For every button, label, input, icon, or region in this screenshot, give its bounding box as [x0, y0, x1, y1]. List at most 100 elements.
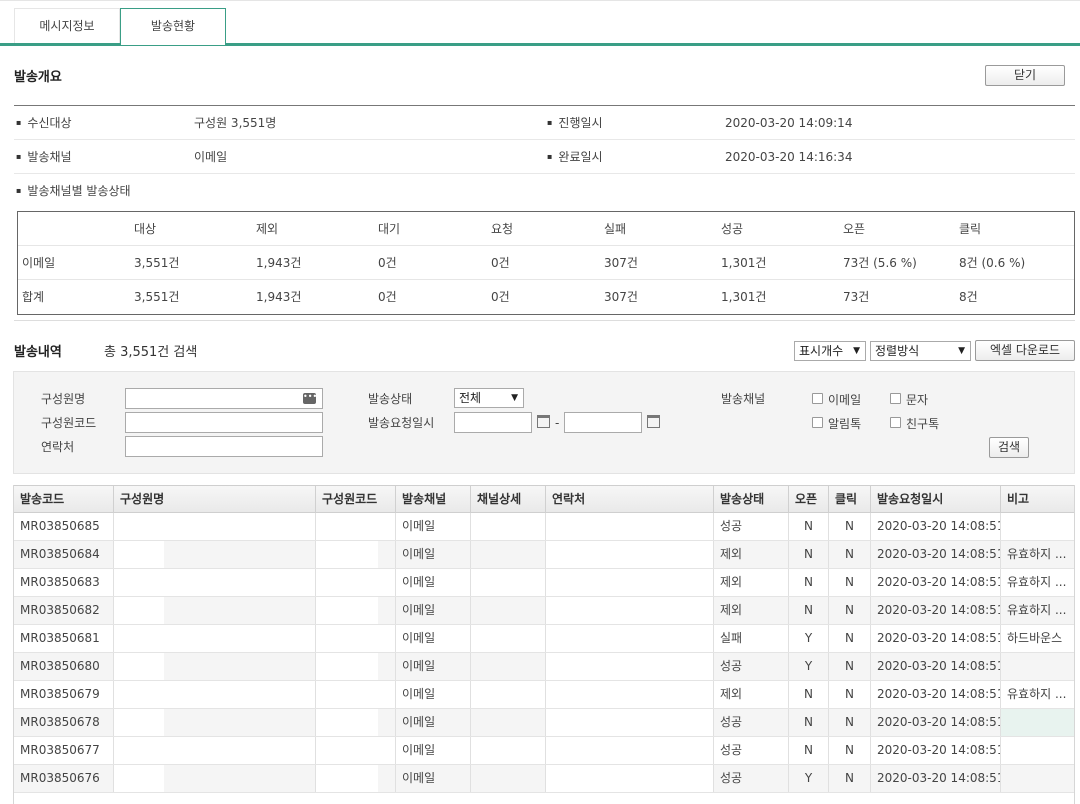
col-click[interactable]: 클릭	[829, 486, 871, 513]
table-cell	[546, 765, 714, 792]
section-divider	[14, 320, 1075, 321]
table-cell: MR03850678	[14, 709, 114, 736]
table-cell: Y	[789, 765, 829, 792]
masked-value	[546, 513, 713, 540]
masked-value	[546, 569, 713, 596]
stat-header-row: 대상 제외 대기 요청 실패 성공 오픈 클릭	[18, 212, 1074, 246]
status-select-value: 전체	[459, 391, 482, 405]
status-select[interactable]: 전체 ▼	[454, 388, 524, 408]
sort-method-value: 정렬방식	[875, 344, 920, 358]
col-open[interactable]: 오픈	[789, 486, 829, 513]
masked-value	[546, 653, 713, 680]
table-cell	[546, 569, 714, 596]
excel-download-button[interactable]: 엑셀 다운로드	[975, 340, 1075, 361]
table-cell	[114, 653, 316, 680]
col-remark[interactable]: 비고	[1001, 486, 1074, 513]
col-send-status[interactable]: 발송상태	[714, 486, 789, 513]
table-cell: 제외	[714, 681, 789, 708]
table-row[interactable]: MR03850678 이메일 성공 N N 2020-03-20 14:08:51	[14, 709, 1074, 737]
friendtalk-checkbox[interactable]	[890, 417, 901, 428]
table-row[interactable]: MR03850684 이메일 제외 N N 2020-03-20 14:08:51 유효하지…	[14, 541, 1074, 569]
member-code-input[interactable]	[125, 412, 323, 433]
col-channel-detail[interactable]: 채널상세	[471, 486, 546, 513]
table-cell: N	[789, 709, 829, 736]
close-button[interactable]: 닫기	[985, 65, 1065, 86]
table-cell: N	[789, 541, 829, 568]
sms-checkbox[interactable]	[890, 393, 901, 404]
table-cell: 이메일	[396, 513, 471, 540]
col-contact[interactable]: 연락처	[546, 486, 714, 513]
dropdown-arrow-icon: ▼	[958, 346, 965, 356]
tab-send-status[interactable]: 발송현황	[120, 8, 226, 45]
tab-message-info[interactable]: 메시지정보	[14, 8, 120, 44]
table-cell	[471, 709, 546, 736]
table-row[interactable]: MR03850680 이메일 성공 Y N 2020-03-20 14:08:51	[14, 653, 1074, 681]
table-cell: 이메일	[396, 709, 471, 736]
table-cell: Y	[789, 625, 829, 652]
table-row[interactable]: MR03850682 이메일 제외 N N 2020-03-20 14:08:51 유효하지…	[14, 597, 1074, 625]
complete-label: 완료일시	[547, 140, 602, 176]
table-cell	[1001, 653, 1074, 680]
contact-input[interactable]	[125, 436, 323, 457]
stat-cell: 307건	[604, 290, 638, 304]
table-cell	[114, 681, 316, 708]
table-cell	[114, 737, 316, 764]
more-icon[interactable]: •••	[303, 393, 317, 404]
contact-label: 연락처	[41, 440, 75, 454]
masked-value	[114, 625, 164, 652]
table-cell: 이메일	[396, 625, 471, 652]
calendar-icon[interactable]	[537, 415, 550, 428]
masked-value	[114, 709, 164, 736]
member-name-input[interactable]: •••	[125, 388, 323, 409]
stat-header: 대상	[134, 222, 157, 236]
table-cell: N	[829, 513, 871, 540]
alimtalk-checkbox[interactable]	[812, 417, 823, 428]
col-channel[interactable]: 발송채널	[396, 486, 471, 513]
status-by-channel-label: 발송채널별 발송상태	[16, 174, 130, 210]
stat-cell: 0건	[491, 256, 510, 270]
table-cell: MR03850683	[14, 569, 114, 596]
col-member-name[interactable]: 구성원명	[114, 486, 316, 513]
complete-value: 2020-03-20 14:16:34	[725, 150, 853, 164]
date-from-input[interactable]	[454, 412, 532, 433]
masked-value	[546, 541, 713, 568]
stat-cell: 1,301건	[721, 290, 767, 304]
table-cell: 이메일	[396, 681, 471, 708]
summary-row-3: 발송채널별 발송상태	[14, 174, 1075, 208]
table-cell: N	[829, 709, 871, 736]
stat-cell: 8건	[959, 290, 978, 304]
stat-cell: 1,943건	[256, 290, 302, 304]
sort-method-select[interactable]: 정렬방식 ▼	[870, 341, 971, 361]
table-cell	[1001, 737, 1074, 764]
table-cell: MR03850679	[14, 681, 114, 708]
date-to-input[interactable]	[564, 412, 642, 433]
masked-value	[316, 709, 378, 736]
table-cell: 이메일	[396, 653, 471, 680]
col-member-code[interactable]: 구성원코드	[316, 486, 396, 513]
table-cell: N	[789, 597, 829, 624]
stat-header: 실패	[604, 222, 627, 236]
table-row[interactable]: MR03850681 이메일 실패 Y N 2020-03-20 14:08:51 하드바운…	[14, 625, 1074, 653]
table-cell: N	[829, 681, 871, 708]
table-cell	[546, 681, 714, 708]
stat-row-email: 이메일 3,551건 1,943건 0건 0건 307건 1,301건 73건 …	[18, 246, 1074, 280]
masked-value	[316, 625, 378, 652]
table-row[interactable]: MR03850677 이메일 성공 N N 2020-03-20 14:08:51	[14, 737, 1074, 765]
table-row[interactable]: MR03850679 이메일 제외 N N 2020-03-20 14:08:51 유효하지…	[14, 681, 1074, 709]
email-checkbox[interactable]	[812, 393, 823, 404]
display-count-select[interactable]: 표시개수 ▼	[794, 341, 866, 361]
col-send-code[interactable]: 발송코드	[14, 486, 114, 513]
table-cell: N	[789, 569, 829, 596]
table-row[interactable]: MR03850683 이메일 제외 N N 2020-03-20 14:08:51 유효하지…	[14, 569, 1074, 597]
table-cell	[114, 541, 316, 568]
table-cell	[316, 597, 396, 624]
col-request-date[interactable]: 발송요청일시	[871, 486, 1001, 513]
table-cell: 이메일	[396, 765, 471, 792]
table-cell: 2020-03-20 14:08:51	[871, 737, 1001, 764]
stat-cell: 0건	[378, 290, 397, 304]
table-row[interactable]: MR03850676 이메일 성공 Y N 2020-03-20 14:08:51	[14, 765, 1074, 793]
table-row[interactable]: MR03850685 이메일 성공 N N 2020-03-20 14:08:51	[14, 513, 1074, 541]
search-button[interactable]: 검색	[989, 437, 1029, 458]
calendar-icon[interactable]	[647, 415, 660, 428]
masked-value	[316, 737, 378, 764]
